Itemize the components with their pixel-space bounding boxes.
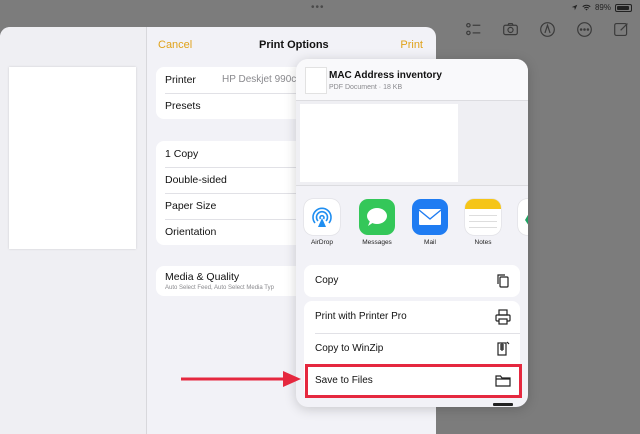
copy-icon (497, 274, 509, 288)
app-label: Messages (362, 239, 392, 246)
print-preview-column (0, 27, 147, 434)
printer-icon (495, 309, 511, 325)
copy-action-label: Copy (315, 275, 339, 286)
pointer-arrow-icon (181, 371, 301, 387)
app-mail[interactable]: Mail (408, 199, 452, 246)
app-airdrop[interactable]: AirDrop (300, 199, 344, 246)
battery-icon (615, 3, 632, 12)
markup-icon[interactable] (538, 20, 556, 38)
print-button[interactable]: Print (400, 39, 423, 51)
printer-value: HP Deskjet 990c (222, 74, 297, 85)
share-sheet-header: MAC Address inventory PDF Document · 18 … (296, 59, 528, 101)
notes-toolbar (464, 20, 630, 38)
print-options-header: Cancel Print Options Print (147, 27, 436, 63)
wifi-icon (582, 4, 591, 11)
copy-to-winzip-action[interactable]: Copy to WinZip (304, 333, 520, 365)
printer-pro-label: Print with Printer Pro (315, 311, 407, 322)
winzip-label: Copy to WinZip (315, 343, 384, 354)
document-subtitle: PDF Document · 18 KB (329, 84, 403, 91)
cancel-button[interactable]: Cancel (158, 39, 192, 51)
messages-icon (359, 199, 395, 235)
compose-icon[interactable] (612, 20, 630, 38)
share-sheet: MAC Address inventory PDF Document · 18 … (296, 59, 528, 407)
copies-label: 1 Copy (165, 148, 199, 160)
double-sided-label: Double-sided (165, 174, 227, 186)
battery-percent: 89% (594, 3, 611, 12)
app-google-drive[interactable] (514, 199, 528, 235)
print-with-printer-pro-action[interactable]: Print with Printer Pro (304, 301, 520, 333)
paper-size-label: Paper Size (165, 200, 217, 212)
app-label: Mail (424, 239, 436, 246)
location-icon (571, 4, 578, 11)
camera-icon[interactable] (501, 20, 519, 38)
print-options-title: Print Options (259, 39, 329, 51)
multitasking-dots[interactable]: ••• (311, 2, 325, 13)
checklist-icon[interactable] (464, 20, 482, 38)
mail-icon (412, 199, 448, 235)
status-indicators: 89% (571, 3, 632, 12)
google-drive-icon (518, 199, 528, 235)
share-preview (296, 101, 528, 185)
share-preview-page (300, 104, 458, 182)
document-title: MAC Address inventory (329, 70, 442, 81)
airdrop-icon (304, 199, 340, 235)
share-action-group-1: Copy (304, 265, 520, 297)
more-icon[interactable] (575, 20, 593, 38)
orientation-label: Orientation (165, 226, 217, 238)
print-preview-page[interactable] (9, 67, 136, 249)
printer-label: Printer (165, 74, 196, 86)
app-label: AirDrop (310, 239, 334, 246)
notes-icon (465, 199, 501, 235)
app-label: Notes (474, 239, 492, 246)
status-bar: ••• 89% (0, 0, 640, 16)
app-notes[interactable]: Notes (461, 199, 505, 246)
document-thumbnail (305, 67, 327, 94)
app-messages[interactable]: Messages (355, 199, 399, 246)
copy-action[interactable]: Copy (304, 265, 520, 297)
share-app-row: AirDrop Messages Mail Notes (296, 185, 528, 251)
next-action-peek (493, 403, 513, 406)
presets-label: Presets (165, 100, 201, 112)
winzip-icon (497, 341, 510, 356)
save-to-files-highlight (305, 364, 522, 398)
